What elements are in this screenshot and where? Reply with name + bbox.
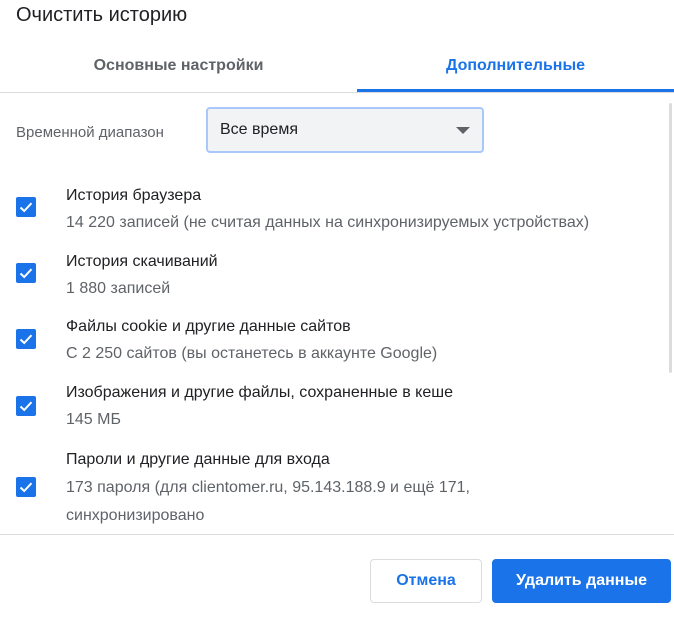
item-description: 14 220 записей (не считая данных на синх…	[66, 214, 590, 231]
checkmark-icon	[19, 482, 33, 493]
time-range-select[interactable]: Все время	[206, 107, 484, 153]
dialog-footer: Отмена Удалить данные	[0, 534, 674, 618]
dialog-content: Временной диапазон Все время История бра…	[0, 93, 674, 533]
delete-data-button[interactable]: Удалить данные	[492, 559, 671, 603]
checkbox-passwords[interactable]	[16, 477, 36, 497]
item-title: История скачиваний	[66, 253, 218, 270]
checkmark-icon	[19, 202, 33, 213]
tab-advanced[interactable]: Дополнительные	[357, 46, 674, 92]
checkmark-icon	[19, 268, 33, 279]
item-title: История браузера	[66, 187, 202, 204]
tab-basic-settings[interactable]: Основные настройки	[10, 46, 347, 92]
item-description: 1 880 записей	[66, 280, 171, 297]
checkbox-browser-history[interactable]	[16, 197, 36, 217]
cancel-button[interactable]: Отмена	[370, 559, 482, 603]
item-title: Изображения и другие файлы, сохраненные …	[66, 384, 453, 401]
item-description: 145 МБ	[66, 411, 121, 428]
checkbox-cache[interactable]	[16, 396, 36, 416]
time-range-label: Временной диапазон	[16, 124, 164, 141]
checkbox-download-history[interactable]	[16, 263, 36, 283]
item-description-line: синхронизировано	[66, 507, 205, 524]
checkmark-icon	[19, 334, 33, 345]
item-title: Файлы cookie и другие данные сайтов	[66, 318, 351, 335]
time-range-value: Все время	[220, 121, 298, 138]
dropdown-arrow-icon	[456, 127, 470, 134]
item-description: 173 пароля (для clientomer.ru, 95.143.18…	[66, 474, 626, 530]
content-scrollbar[interactable]	[669, 103, 672, 373]
clear-history-dialog: Очистить историю Основные настройки Допо…	[0, 0, 674, 617]
checkbox-cookies[interactable]	[16, 329, 36, 349]
checkmark-icon	[19, 401, 33, 412]
tab-bar: Основные настройки Дополнительные	[0, 46, 674, 93]
item-description: С 2 250 сайтов (вы останетесь в аккаунте…	[66, 345, 438, 362]
dialog-title: Очистить историю	[16, 4, 188, 26]
item-description-line: 173 пароля (для clientomer.ru, 95.143.18…	[66, 479, 470, 496]
item-title: Пароли и другие данные для входа	[66, 451, 330, 468]
active-tab-indicator	[357, 89, 674, 92]
